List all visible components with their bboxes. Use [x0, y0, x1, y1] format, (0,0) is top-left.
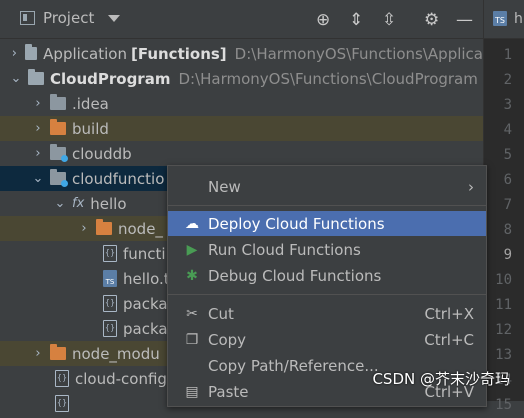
tree-item-suffix: [Functions] — [130, 44, 227, 63]
chevron-down-icon[interactable]: ⌄ — [8, 71, 24, 86]
chevron-right-icon[interactable]: › — [30, 346, 46, 361]
tree-row-cloudprogram[interactable]: ⌄ CloudProgram D:\HarmonyOS\Functions\Cl… — [0, 66, 483, 91]
tree-row-application[interactable]: › Application [Functions] D:\HarmonyOS\F… — [0, 41, 483, 66]
line-number: 11 — [495, 297, 512, 313]
watermark: CSDN @芥末沙奇玛 — [372, 370, 510, 388]
run-icon: ▶ — [186, 241, 198, 258]
chevron-right-icon[interactable]: › — [30, 146, 46, 161]
current-line-number: 9 — [503, 247, 512, 263]
json-file-icon: {} — [103, 245, 117, 262]
clipboard-icon: ▤ — [185, 383, 199, 400]
line-number: 10 — [495, 272, 512, 288]
line-number: 8 — [503, 222, 512, 238]
chevron-right-icon: › — [468, 177, 474, 196]
tree-item-label: cloudfunctio — [72, 169, 165, 188]
json-file-icon: {} — [103, 295, 117, 312]
function-icon: fx — [72, 196, 85, 211]
line-number: 6 — [503, 172, 512, 188]
tree-row-build[interactable]: › build — [0, 116, 483, 141]
chevron-down-icon[interactable] — [108, 14, 121, 22]
tree-item-label: CloudProgram — [50, 69, 171, 88]
editor-pane: TS h 1 2 3 4 5 6 7 8 9 10 11 12 13 14 15 — [483, 0, 524, 413]
editor-tab[interactable]: TS h — [484, 0, 524, 39]
line-number: 7 — [503, 197, 512, 213]
menu-item-copy[interactable]: ❐ Copy Ctrl+C — [168, 327, 486, 352]
line-number: 13 — [495, 347, 512, 363]
expand-all-icon[interactable]: ⇕ — [349, 12, 363, 29]
line-number: 1 — [503, 47, 512, 63]
line-number: 2 — [503, 72, 512, 88]
line-number: 15 — [495, 397, 512, 413]
tree-item-label: hello — [90, 194, 127, 213]
tree-item-path: D:\HarmonyOS\Functions\Applica — [234, 44, 483, 63]
copy-icon: ❐ — [185, 331, 199, 348]
json-file-icon: {} — [55, 370, 69, 387]
cloud-upload-icon: ☁ — [185, 215, 199, 232]
editor-tab-label: h — [514, 11, 523, 27]
collapse-all-icon[interactable]: ⇳ — [382, 12, 396, 29]
menu-item-label: Copy — [208, 330, 247, 349]
chevron-right-icon[interactable]: › — [30, 96, 46, 111]
tree-item-label: packa — [123, 319, 168, 338]
tree-item-label: functi — [123, 244, 166, 263]
module-folder-icon — [28, 69, 44, 85]
module-folder-icon — [24, 44, 38, 60]
target-icon[interactable]: ⊕ — [316, 12, 330, 29]
tree-item-label: build — [72, 119, 109, 138]
chevron-right-icon[interactable]: › — [8, 46, 21, 61]
menu-item-debug-cloud-functions[interactable]: ✱ Debug Cloud Functions — [168, 263, 486, 288]
chevron-right-icon[interactable]: › — [76, 221, 92, 236]
tree-row-idea[interactable]: › .idea — [0, 91, 483, 116]
menu-item-cut[interactable]: ✂ Cut Ctrl+X — [168, 301, 486, 326]
functions-folder-icon — [50, 169, 68, 187]
bug-icon: ✱ — [186, 267, 198, 284]
tree-item-label: .idea — [72, 94, 109, 113]
line-number: 5 — [503, 147, 512, 163]
gear-icon[interactable]: ⚙ — [424, 12, 439, 29]
project-title: Project — [43, 9, 95, 27]
menu-item-deploy-cloud-functions[interactable]: ☁ Deploy Cloud Functions — [168, 211, 486, 236]
json-file-icon: {} — [55, 395, 69, 412]
tree-item-label: node_ — [118, 219, 163, 238]
menu-separator — [168, 205, 486, 206]
menu-item-label: Cut — [208, 304, 234, 323]
tree-item-label: packa — [123, 294, 168, 313]
shortcut-label: Ctrl+C — [424, 330, 474, 349]
project-toolbar: Project ⊕ ⇕ ⇳ ⚙ — — [0, 0, 483, 39]
folder-icon — [50, 119, 66, 135]
minimize-icon[interactable]: — — [456, 12, 473, 29]
folder-icon — [50, 94, 66, 110]
tree-item-label: Application — [43, 44, 127, 63]
typescript-file-icon: TS — [103, 270, 117, 287]
line-number: 12 — [495, 322, 512, 338]
json-file-icon: {} — [103, 320, 117, 337]
menu-item-run-cloud-functions[interactable]: ▶ Run Cloud Functions — [168, 237, 486, 262]
scissors-icon: ✂ — [186, 305, 198, 322]
menu-item-label: Run Cloud Functions — [208, 240, 361, 259]
menu-item-new[interactable]: New › — [168, 174, 486, 199]
chevron-down-icon[interactable]: ⌄ — [30, 171, 46, 186]
line-number-gutter: 1 2 3 4 5 6 7 8 9 10 11 12 13 14 15 — [484, 43, 512, 418]
shortcut-label: Ctrl+X — [424, 304, 474, 323]
folder-icon — [96, 219, 112, 235]
menu-item-label: Debug Cloud Functions — [208, 266, 382, 285]
chevron-right-icon[interactable]: › — [30, 121, 46, 136]
chevron-down-icon[interactable]: ⌄ — [52, 196, 68, 211]
tree-item-path: D:\HarmonyOS\Functions\CloudProgram — [178, 69, 478, 88]
folder-icon — [50, 344, 66, 360]
menu-item-label: New — [208, 177, 241, 196]
tree-item-label: clouddb — [72, 144, 132, 163]
line-number: 4 — [503, 122, 512, 138]
menu-separator — [168, 294, 486, 295]
project-icon — [20, 11, 35, 25]
menu-item-label: Deploy Cloud Functions — [208, 214, 385, 233]
project-view-selector[interactable]: Project — [20, 9, 121, 27]
typescript-file-icon: TS — [493, 11, 507, 26]
tree-item-label: cloud-config — [75, 369, 167, 388]
tree-item-label: hello.t — [123, 269, 170, 288]
tree-item-label: node_modu — [72, 344, 160, 363]
line-number: 3 — [503, 97, 512, 113]
database-folder-icon — [50, 144, 68, 162]
tree-row-clouddb[interactable]: › clouddb — [0, 141, 483, 166]
